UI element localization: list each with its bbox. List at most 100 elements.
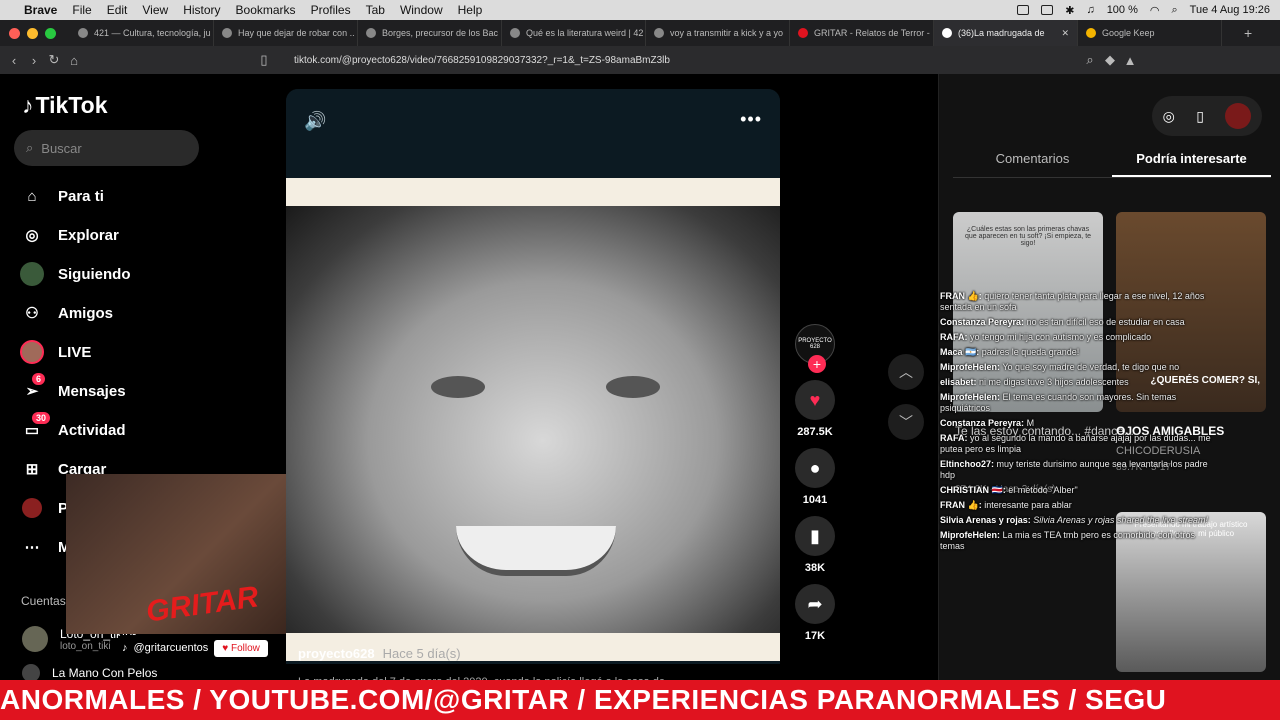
nav-actividad[interactable]: ▭ 30 Actividad (20, 412, 126, 442)
bookmark-icon[interactable]: ▮ (795, 516, 835, 556)
avatar (22, 626, 48, 652)
new-tab-icon[interactable]: + (1244, 25, 1252, 41)
menu-edit[interactable]: Edit (107, 3, 128, 17)
home-icon[interactable]: ⌂ (64, 53, 84, 68)
nav-explorar[interactable]: ◎ Explorar (20, 223, 119, 247)
brave-shields-icon[interactable]: ◆ (1100, 52, 1120, 68)
browser-tab[interactable]: GRITAR - Relatos de Terror - (790, 20, 934, 46)
browser-tab-active[interactable]: (36)La madrugada de ✕ (934, 20, 1078, 46)
address-bar: ‹ › ↻ ⌂ ▯ tiktok.com/@proyecto628/video/… (0, 46, 1280, 74)
tab-title: GRITAR - Relatos de Terror - (814, 28, 930, 38)
tiktok-logo[interactable]: ♪ TikTok (22, 92, 108, 119)
video-detail (431, 376, 485, 398)
brave-rewards-icon[interactable]: ▲ (1120, 53, 1140, 68)
chat-user: Maca 🇦🇷: (940, 347, 980, 357)
video-actions: PROYECTO 628 + ♥ 287.5K ● 1041 ▮ 38K ➦ 17K (792, 324, 838, 652)
nav-label: Explorar (58, 226, 119, 244)
favicon-icon (222, 28, 232, 38)
menu-window[interactable]: Window (400, 3, 443, 17)
wifi-icon[interactable]: ◠ (1150, 4, 1160, 17)
live-chat-overlay: FRAN 👍: quiero tener tanta plata para ll… (940, 291, 1216, 556)
datetime[interactable]: Tue 4 Aug 19:26 (1190, 4, 1270, 16)
video-author[interactable]: proyecto628 Hace 5 día(s) (298, 646, 461, 661)
menu-tab[interactable]: Tab (366, 3, 385, 17)
creator-label: PROYECTO 628 (798, 338, 832, 350)
nav-perfil[interactable]: P (20, 496, 68, 520)
tab-comentarios[interactable]: Comentarios (953, 146, 1112, 177)
back-icon[interactable]: ‹ (4, 53, 24, 68)
follow-plus-icon[interactable]: + (808, 355, 826, 373)
reload-icon[interactable]: ↻ (44, 52, 64, 68)
menu-file[interactable]: File (72, 3, 91, 17)
search-input[interactable]: ⌕ Buscar (14, 130, 199, 166)
chat-message: FRAN 👍: quiero tener tanta plata para ll… (940, 291, 1216, 313)
nav-mas[interactable]: ⋯ M (20, 535, 71, 559)
creator-avatar[interactable]: PROYECTO 628 + (795, 324, 835, 373)
thumb-caption: ¿Cuáles estas son las primeras chavas qu… (964, 226, 1092, 247)
tab-title: Google Keep (1102, 28, 1155, 38)
next-video-button[interactable]: ﹀ (888, 404, 924, 440)
screen-record-icon[interactable] (1017, 5, 1030, 15)
close-tab-icon[interactable]: ✕ (1061, 28, 1069, 39)
bookmark-icon[interactable]: ▯ (254, 52, 274, 68)
close-window-button[interactable] (9, 27, 20, 39)
inbox-icon: ▭ 30 (20, 412, 51, 442)
forward-icon[interactable]: › (24, 53, 44, 68)
search-icon[interactable]: ⌕ (1172, 4, 1178, 17)
macos-menubar: Brave File Edit View History Bookmarks P… (0, 0, 1280, 20)
comment-icon[interactable]: ● (795, 448, 835, 488)
menu-help[interactable]: Help (458, 3, 483, 17)
menu-app-name[interactable]: Brave (24, 3, 57, 17)
minimize-window-button[interactable] (27, 27, 38, 39)
browser-tab[interactable]: 421 — Cultura, tecnología, ju (70, 20, 214, 46)
menu-view[interactable]: View (142, 3, 168, 17)
share-icon[interactable]: ➦ (795, 584, 835, 624)
chat-user: RAFA: (940, 433, 968, 443)
browser-tab[interactable]: Borges, precursor de los Bac (358, 20, 502, 46)
bluetooth-icon[interactable]: ✱ (1065, 4, 1074, 17)
save-count: 38K (804, 562, 826, 574)
zoom-icon[interactable]: ⌕ (1080, 52, 1100, 68)
nav-para-ti[interactable]: ⌂ Para ti (20, 184, 103, 208)
previous-video-button[interactable]: ︿ (888, 354, 924, 390)
chat-user: Constanza Pereyra: (940, 317, 1025, 327)
favicon-icon (366, 28, 376, 38)
url-field[interactable]: tiktok.com/@proyecto628/video/7668259109… (294, 55, 1080, 66)
stream-ticker: ANORMALES / YOUTUBE.COM/@GRITAR / EXPERI… (0, 680, 1280, 720)
tab-podria-interesarte[interactable]: Podría interesarte (1112, 146, 1271, 177)
video-player[interactable]: 🔊 ••• (286, 89, 780, 664)
nav-label: Mensajes (58, 382, 126, 400)
profile-avatar[interactable] (1225, 103, 1252, 129)
gritar-logo: GRITAR (144, 580, 261, 629)
friends-icon: ⚇ (25, 305, 39, 322)
phone-icon[interactable]: ▯ (1196, 108, 1204, 125)
nav-live[interactable]: LIVE (20, 340, 91, 364)
nav-label: LIVE (58, 343, 92, 361)
headphones-icon[interactable]: ♫ (1086, 4, 1094, 16)
nav-mensajes[interactable]: ➢ 6 Mensajes (20, 373, 126, 403)
more-options-icon[interactable]: ••• (740, 109, 762, 130)
chevron-down-icon: ﹀ (899, 414, 913, 430)
menu-profiles[interactable]: Profiles (311, 3, 351, 17)
youtube-favicon-icon (798, 28, 808, 38)
heart-icon[interactable]: ♥ (795, 380, 835, 420)
browser-tab[interactable]: Google Keep (1078, 20, 1222, 46)
volume-icon[interactable]: 🔊 (304, 111, 326, 132)
tiktok-app: ♪ TikTok ⌕ Buscar ⌂ Para ti ◎ Explorar Sigui… (0, 74, 1280, 720)
menu-bookmarks[interactable]: Bookmarks (236, 3, 296, 17)
browser-tab[interactable]: Qué es la literatura weird | 42 (502, 20, 646, 46)
browser-tab[interactable]: voy a transmitir a kick y a yo (646, 20, 790, 46)
monitor-icon[interactable] (1041, 5, 1054, 15)
coins-icon[interactable]: ◎ (1163, 108, 1175, 125)
browser-tab[interactable]: Hay que dejar de robar con .. (214, 20, 358, 46)
tab-title: voy a transmitir a kick y a yo (670, 28, 784, 38)
chat-message: RAFA: yo al segundo la mando a bañarse a… (940, 433, 1216, 455)
chat-message: elisabet: ni me digas tuve 3 hijos adole… (940, 377, 1216, 388)
nav-amigos[interactable]: ⚇ Amigos (20, 301, 113, 325)
zoom-window-button[interactable] (45, 27, 56, 39)
chat-message: Eltinchoo27: muy teriste durisimo aunque… (940, 459, 1216, 481)
nav-siguiendo[interactable]: Siguiendo (20, 262, 131, 286)
status-area: ✱ ♫ 100 % ◠ ⌕ Tue 4 Aug 19:26 (1017, 0, 1270, 20)
menu-history[interactable]: History (183, 3, 220, 17)
chat-message: RAFA: yo tengo mi hija con autismo y es … (940, 332, 1216, 343)
